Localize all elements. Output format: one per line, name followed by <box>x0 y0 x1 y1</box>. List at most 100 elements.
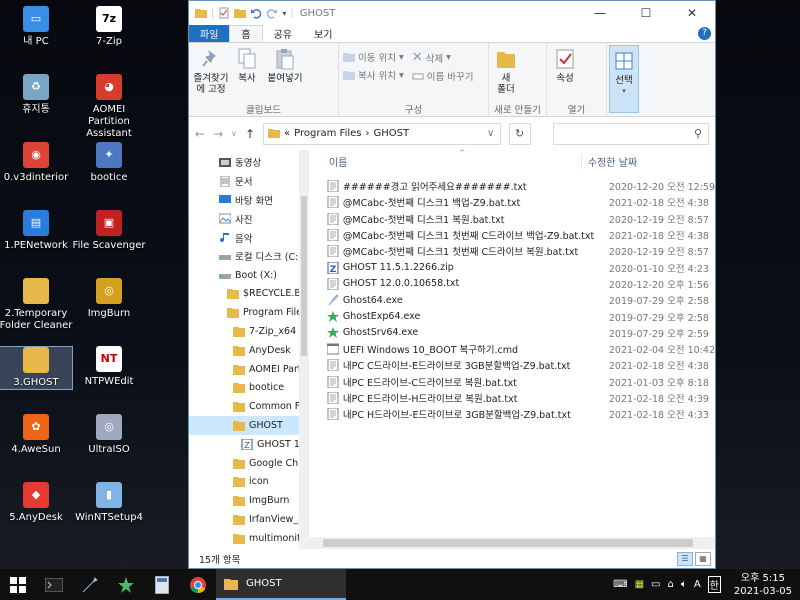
desktop-icon-7zip[interactable]: 7z 7-Zip <box>72 6 146 48</box>
move-to-button[interactable]: 이동 위치 ▾ <box>343 50 404 64</box>
breadcrumb-separator[interactable]: › <box>366 128 370 139</box>
file-row[interactable]: @MCabc-첫번째 디스크1 첫번째 C드라이브 복원.bat.txt 2020… <box>309 243 715 259</box>
desktop-icon-temp-cleaner[interactable]: 2.Temporary Folder Cleaner <box>0 278 73 332</box>
nav-item[interactable]: Common Files <box>189 397 299 416</box>
network-icon[interactable]: ⌂ <box>667 579 673 590</box>
file-row[interactable]: @MCabc-첫번째 디스크1 백업-Z9.bat.txt 2021-02-18 … <box>309 194 715 210</box>
nav-item[interactable]: 문서 <box>189 172 299 191</box>
color-icon[interactable]: ▦ <box>635 579 644 590</box>
taskbar-explorer-ghost[interactable]: GHOST <box>216 569 346 600</box>
desktop-icon-aomei[interactable]: ◕ AOMEI Partition Assistant <box>72 74 146 140</box>
redo-icon[interactable] <box>266 7 278 19</box>
volume-icon[interactable]: 🔈︎ <box>681 579 687 590</box>
address-overflow[interactable]: « <box>284 128 290 139</box>
desktop-icon-this-pc[interactable]: ▭ 내 PC <box>0 6 73 48</box>
delete-button[interactable]: ✕ 삭제 ▾ <box>412 50 474 65</box>
display-icon[interactable]: ▭ <box>651 579 660 590</box>
desktop-icon-ntpwedit[interactable]: NT NTPWEdit <box>72 346 146 388</box>
horizontal-scrollbar[interactable] <box>308 537 715 549</box>
maximize-button[interactable]: ☐ <box>623 1 669 25</box>
nav-item[interactable]: AnyDesk <box>189 341 299 360</box>
rename-button[interactable]: 이름 바꾸기 <box>412 69 474 83</box>
desktop-icon-imgburn[interactable]: ◎ ImgBurn <box>72 278 146 320</box>
nav-item[interactable]: 로컬 디스크 (C:) <box>189 247 299 266</box>
column-header-date[interactable]: 수정한 날짜 <box>580 153 637 169</box>
nav-item[interactable]: ImgBurn <box>189 491 299 510</box>
new-folder-icon[interactable] <box>234 7 247 19</box>
file-row[interactable]: GhostExp64.exe 2019-07-29 오후 2:58 <box>309 308 715 324</box>
taskbar-chrome[interactable] <box>180 569 216 600</box>
nav-item[interactable]: GHOST <box>189 416 299 435</box>
desktop-icon-awesun[interactable]: ✿ 4.AweSun <box>0 414 73 456</box>
forward-icon[interactable]: → <box>213 127 223 141</box>
file-row[interactable]: UEFI Windows 10_BOOT 복구하기.cmd 2021-02-04 … <box>309 341 715 357</box>
file-row[interactable]: 내PC C드라이브-E드라이브로 3GB분할백업-Z9.bat.txt 2021-… <box>309 357 715 373</box>
desktop-icon-recycle-bin[interactable]: ♻ 휴지통 <box>0 74 73 116</box>
nav-item[interactable]: Z GHOST 11.5.1.2266 <box>189 435 299 454</box>
nav-item[interactable]: 바탕 화면 <box>189 191 299 210</box>
details-view-button[interactable]: ☰ <box>677 551 693 566</box>
start-button[interactable] <box>0 569 36 600</box>
paste-button[interactable]: 붙여넣기 <box>265 47 305 102</box>
file-row[interactable]: @MCabc-첫번째 디스크1 첫번째 C드라이브 백업-Z9.bat.txt 2… <box>309 227 715 243</box>
keyboard-icon[interactable]: ⌨ <box>613 579 627 590</box>
nav-item[interactable]: $RECYCLE.BIN <box>189 285 299 304</box>
minimize-button[interactable]: — <box>577 1 623 25</box>
breadcrumb-ghost[interactable]: GHOST <box>374 128 410 139</box>
recent-locations-icon[interactable]: ∨ <box>231 129 237 138</box>
copy-to-button[interactable]: 복사 위치 ▾ <box>343 68 404 82</box>
search-input[interactable]: ⚲ <box>552 122 709 145</box>
title-bar[interactable]: | ▾ | GHOST — ☐ ✕ <box>189 1 715 25</box>
file-row[interactable]: 내PC E드라이브-C드라이브로 복원.bat.txt 2021-01-03 오후… <box>309 374 715 390</box>
back-icon[interactable]: ← <box>195 127 205 141</box>
nav-item[interactable]: AOMEI Partition <box>189 360 299 379</box>
nav-item[interactable]: bootice <box>189 379 299 398</box>
nav-item[interactable]: 사진 <box>189 209 299 228</box>
nav-item[interactable]: Google Chrome <box>189 454 299 473</box>
nav-item[interactable]: 음악 <box>189 228 299 247</box>
file-row[interactable]: 내PC H드라이브-E드라이브로 3GB분할백업-Z9.bat.txt 2021-… <box>309 406 715 422</box>
file-row[interactable]: GHOST 12.0.0.10658.txt 2020-12-20 오후 1:56 <box>309 276 715 292</box>
clock[interactable]: 오후 5:15 2021-03-05 <box>734 572 792 598</box>
file-row[interactable]: ######경고 읽어주세요#######.txt 2020-12-20 오전 1… <box>309 178 715 194</box>
tab-home[interactable]: 홈 <box>229 25 263 42</box>
desktop-icon-winntsetup[interactable]: ▮ WinNTSetup4 <box>72 482 146 524</box>
address-bar[interactable]: « Program Files › GHOST ∨ <box>263 122 501 145</box>
desktop-icon-anydesk[interactable]: ◆ 5.AnyDesk <box>0 482 73 524</box>
select-button[interactable]: 선택 ▾ <box>609 45 639 113</box>
new-folder-button[interactable]: 새 폴더 <box>493 47 519 102</box>
file-row[interactable]: Z GHOST 11.5.1.2266.zip 2020-01-10 오전 4:23 <box>309 259 715 275</box>
nav-item[interactable]: Boot (X:) <box>189 266 299 285</box>
nav-item[interactable]: multimonitor <box>189 529 299 548</box>
undo-icon[interactable] <box>250 7 262 19</box>
close-button[interactable]: ✕ <box>669 1 715 25</box>
help-icon[interactable]: ? <box>698 27 711 40</box>
desktop-icon-penetwork[interactable]: ▤ 1.PENetwork <box>0 210 73 252</box>
nav-item[interactable]: IrfanView_x64 <box>189 510 299 529</box>
quick-access-dropdown-icon[interactable]: ▾ <box>282 9 286 18</box>
taskbar-tool1[interactable] <box>72 569 108 600</box>
desktop-icon-bootice[interactable]: ✦ bootice <box>72 142 146 184</box>
column-header-name[interactable]: 이름 <box>309 154 581 169</box>
large-icons-view-button[interactable]: ▦ <box>695 551 711 566</box>
desktop-icon-ghost[interactable]: 3.GHOST <box>0 346 73 390</box>
taskbar-tool2[interactable] <box>108 569 144 600</box>
up-icon[interactable]: ↑ <box>245 127 255 141</box>
taskbar-tool3[interactable] <box>144 569 180 600</box>
taskbar-cmd[interactable] <box>36 569 72 600</box>
desktop-icon-ultraiso[interactable]: ◎ UltraISO <box>72 414 146 456</box>
nav-item[interactable]: Program Files <box>189 303 299 322</box>
breadcrumb-program-files[interactable]: Program Files <box>294 128 361 139</box>
address-dropdown-icon[interactable]: ∨ <box>482 128 500 139</box>
desktop-icon-file-scavenger[interactable]: ▣ File Scavenger <box>72 210 146 252</box>
file-row[interactable]: 내PC E드라이브-H드라이브로 복원.bat.txt 2021-02-18 오전… <box>309 390 715 406</box>
file-row[interactable]: @MCabc-첫번째 디스크1 복원.bat.txt 2020-12-19 오전 … <box>309 211 715 227</box>
pin-quick-access-button[interactable]: 즐겨찾기에 고정 <box>193 47 229 102</box>
ime-mode[interactable]: A <box>694 579 701 590</box>
file-row[interactable]: Ghost64.exe 2019-07-29 오후 2:58 <box>309 292 715 308</box>
nav-item[interactable]: 동영상 <box>189 153 299 172</box>
navigation-scrollbar[interactable] <box>298 150 309 549</box>
copy-button[interactable]: 복사 <box>233 47 261 102</box>
tab-view[interactable]: 보기 <box>303 25 343 42</box>
properties-icon[interactable] <box>218 7 230 19</box>
